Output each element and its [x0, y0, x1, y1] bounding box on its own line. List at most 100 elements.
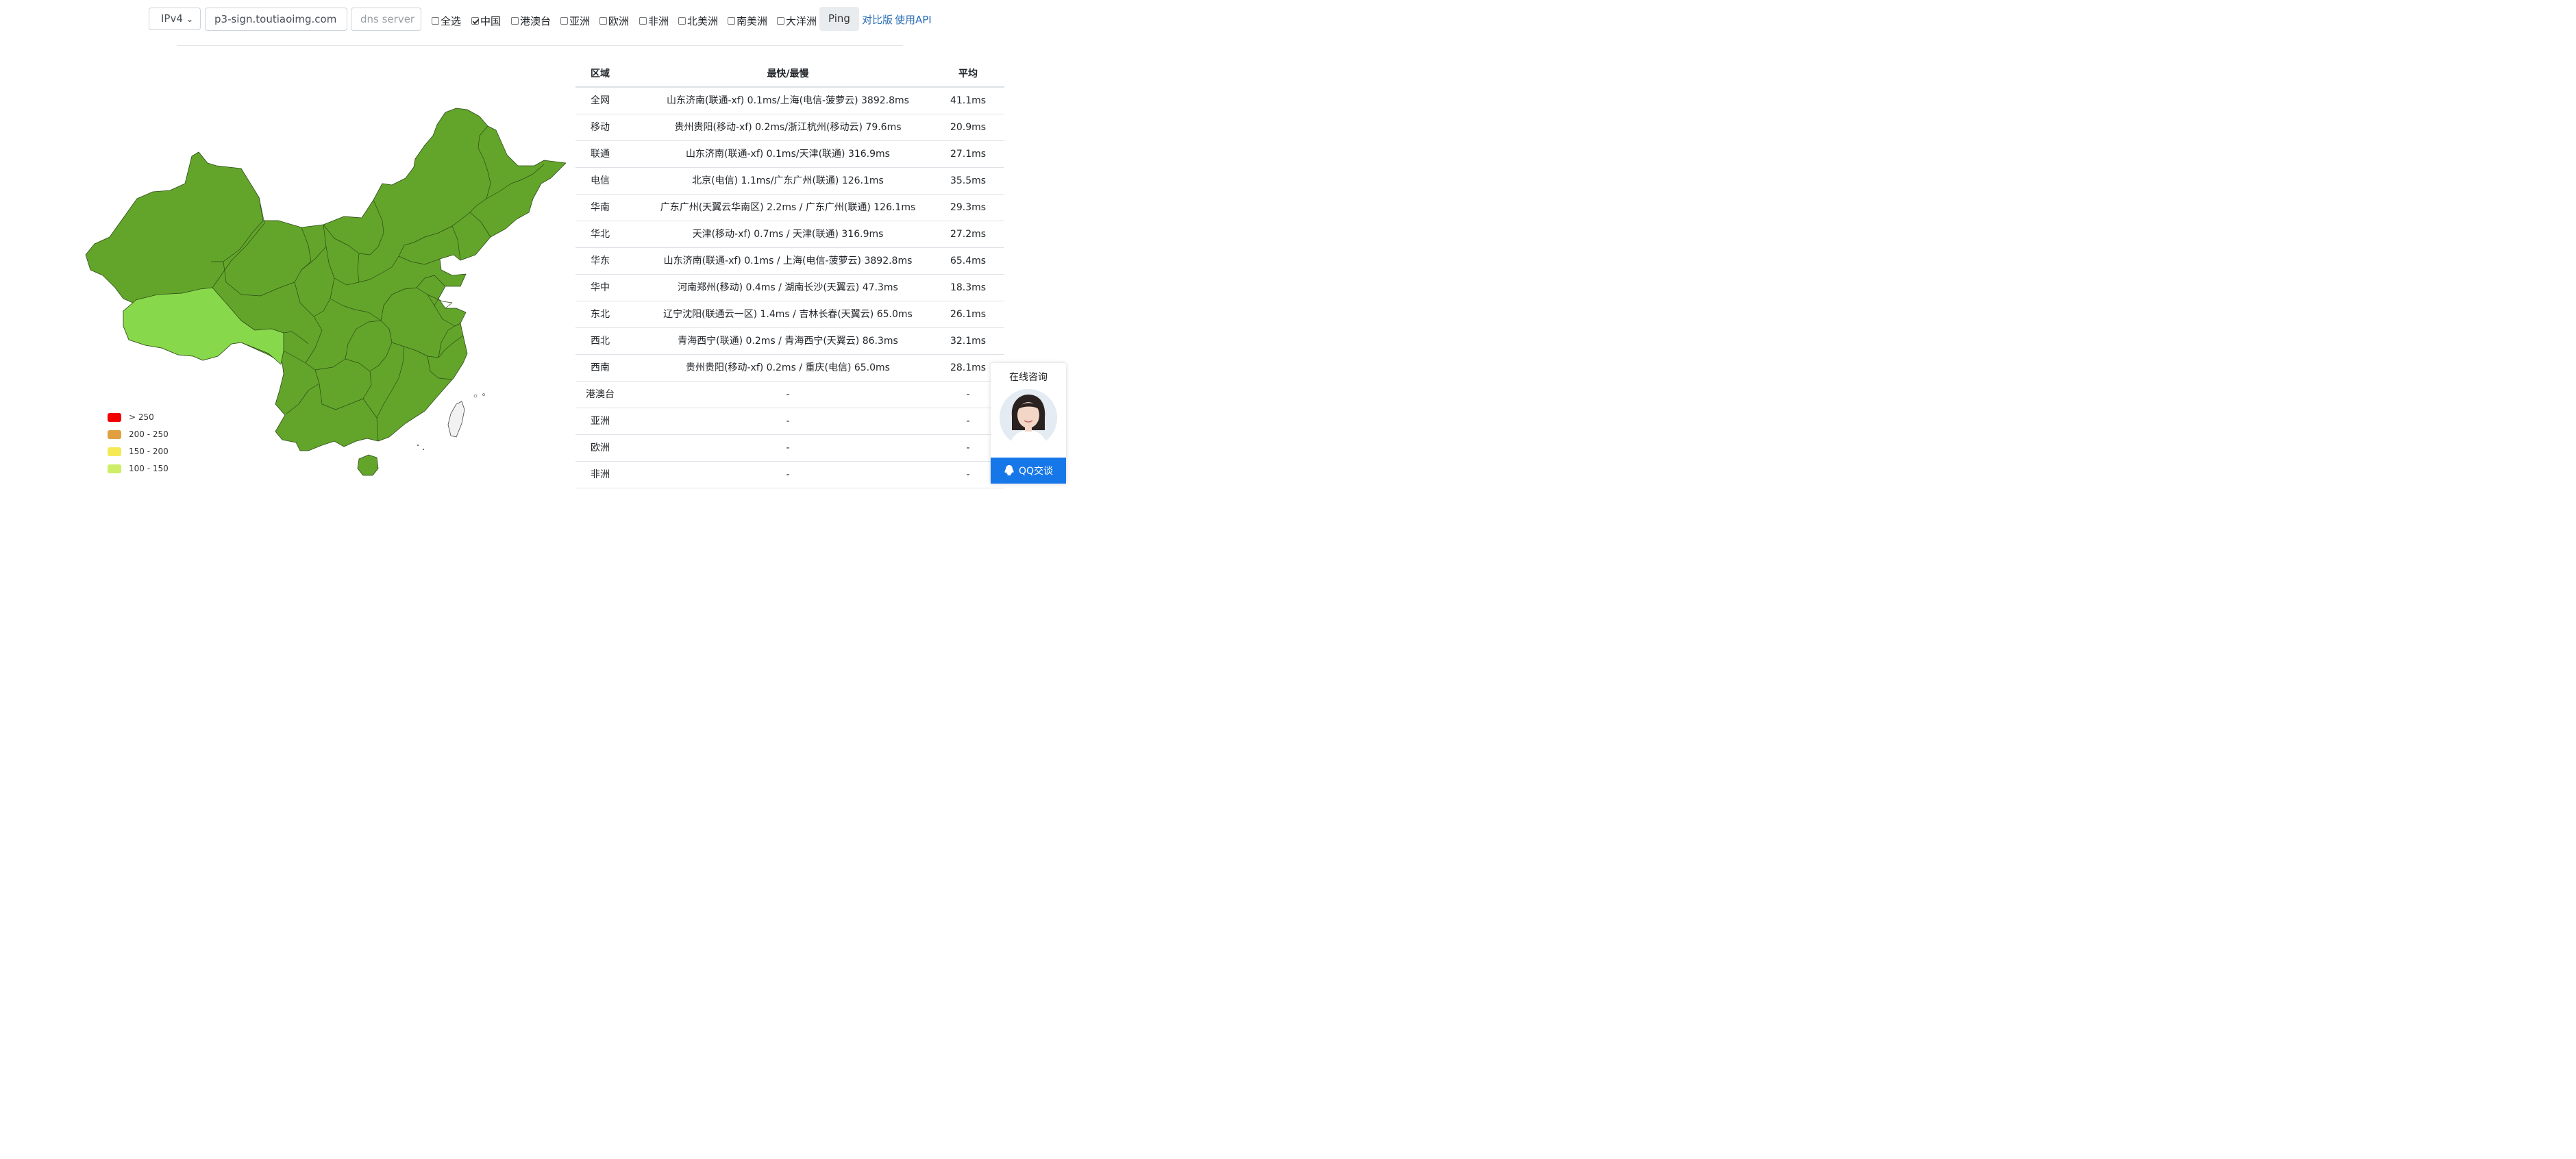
- legend-swatch: [108, 429, 121, 439]
- island-dot: [417, 445, 419, 446]
- cell-avg: 29.3ms: [950, 202, 987, 213]
- dns-server-input[interactable]: dns server: [351, 8, 421, 31]
- cell-region: 亚洲: [591, 416, 610, 427]
- checkbox-select-all[interactable]: 全选: [432, 14, 461, 28]
- table-row: 西南 贵州贵阳(移动-xf) 0.2ms / 重庆(电信) 65.0ms 28.1m…: [575, 355, 1004, 382]
- legend-swatch: [108, 447, 121, 456]
- cell-avg: 20.9ms: [950, 122, 987, 133]
- cell-avg: 18.3ms: [950, 282, 987, 293]
- checkbox-label: 北美洲: [687, 15, 719, 27]
- checkbox-hk-mo-tw[interactable]: 港澳台: [511, 14, 551, 28]
- cell-fast-slow: 山东济南(联通-xf) 0.1ms/天津(联通) 316.9ms: [686, 149, 890, 160]
- table-row: 非洲 - -: [575, 462, 1004, 488]
- legend-item: 100 - 150: [108, 464, 169, 473]
- qq-penguin-icon: [1004, 465, 1014, 475]
- checkbox-label: 欧洲: [608, 15, 630, 27]
- cell-region: 非洲: [591, 469, 610, 480]
- hainan-region[interactable]: [357, 454, 379, 476]
- checkbox-box[interactable]: [678, 17, 686, 25]
- legend-label: 150 - 200: [129, 447, 169, 456]
- checkbox-europe[interactable]: 欧洲: [599, 14, 629, 28]
- compare-version-link[interactable]: 对比版: [862, 12, 893, 27]
- header-region: 区域: [591, 68, 610, 79]
- ip-version-select[interactable]: IPv4 ⌄: [149, 8, 201, 30]
- avatar-image: [1000, 389, 1057, 447]
- cell-avg: 27.1ms: [950, 149, 987, 160]
- cell-avg: 28.1ms: [950, 362, 987, 373]
- checkbox-south-america[interactable]: 南美洲: [728, 14, 767, 28]
- table-row: 欧洲 - -: [575, 435, 1004, 462]
- table-row: 华东 山东济南(联通-xf) 0.1ms / 上海(电信-菠萝云) 3892.8m…: [575, 248, 1004, 275]
- cell-region: 东北: [591, 309, 610, 320]
- checkbox-box[interactable]: [560, 17, 568, 25]
- divider: [177, 45, 903, 46]
- cell-fast-slow: 山东济南(联通-xf) 0.1ms/上海(电信-菠萝云) 3892.8ms: [667, 95, 909, 106]
- cell-region: 电信: [591, 175, 610, 186]
- cell-region: 华北: [591, 229, 610, 240]
- cell-avg: -: [966, 443, 970, 453]
- cell-fast-slow: 北京(电信) 1.1ms/广东广州(联通) 126.1ms: [692, 175, 884, 186]
- cell-region: 华中: [591, 282, 610, 293]
- cell-fast-slow: -: [786, 389, 790, 400]
- chat-title: 在线咨询: [1009, 372, 1048, 383]
- header-fast-slow: 最快/最慢: [767, 68, 809, 79]
- table-row: 华中 河南郑州(移动) 0.4ms / 湖南长沙(天翼云) 47.3ms 18.3m…: [575, 275, 1004, 301]
- checkbox-label: 大洋洲: [786, 15, 817, 27]
- island-dot: [423, 449, 424, 450]
- chevron-down-icon: ⌄: [186, 14, 193, 24]
- toolbar: IPv4 ⌄ p3-sign.toutiaoimg.com dns server…: [0, 0, 1074, 41]
- cell-fast-slow: 河南郑州(移动) 0.4ms / 湖南长沙(天翼云) 47.3ms: [678, 282, 898, 293]
- checkbox-box[interactable]: [599, 17, 607, 25]
- online-consult-widget: 在线咨询 QQ交谈: [991, 363, 1066, 484]
- cell-avg: 27.2ms: [950, 229, 987, 240]
- cell-fast-slow: 贵州贵阳(移动-xf) 0.2ms / 重庆(电信) 65.0ms: [686, 362, 890, 373]
- checkbox-label: 非洲: [648, 15, 669, 27]
- table-row: 全网 山东济南(联通-xf) 0.1ms/上海(电信-菠萝云) 3892.8ms 4…: [575, 88, 1004, 114]
- cell-avg: 32.1ms: [950, 336, 987, 347]
- table-row: 西北 青海西宁(联通) 0.2ms / 青海西宁(天翼云) 86.3ms 32.1m…: [575, 328, 1004, 355]
- ip-version-value: IPv4: [161, 12, 183, 25]
- taiwan-region[interactable]: [447, 401, 465, 438]
- cell-region: 西北: [591, 336, 610, 347]
- table-row: 华北 天津(移动-xf) 0.7ms / 天津(联通) 316.9ms 27.2ms: [575, 221, 1004, 248]
- checkbox-box[interactable]: [471, 17, 479, 25]
- china-mainland-region[interactable]: [85, 108, 567, 451]
- checkbox-north-america[interactable]: 北美洲: [678, 14, 718, 28]
- table-row: 联通 山东济南(联通-xf) 0.1ms/天津(联通) 316.9ms 27.1ms: [575, 141, 1004, 168]
- checkbox-asia[interactable]: 亚洲: [560, 14, 590, 28]
- checkbox-label: 中国: [480, 15, 501, 27]
- avatar[interactable]: [1000, 389, 1057, 447]
- qq-chat-button[interactable]: QQ交谈: [991, 458, 1066, 484]
- cell-region: 欧洲: [591, 443, 610, 453]
- checkbox-label: 全选: [441, 15, 462, 27]
- cell-avg: 41.1ms: [950, 95, 987, 106]
- cell-region: 华东: [591, 256, 610, 266]
- checkbox-africa[interactable]: 非洲: [639, 14, 669, 28]
- cell-avg: 35.5ms: [950, 175, 987, 186]
- checkbox-china[interactable]: 中国: [471, 14, 501, 28]
- domain-input[interactable]: p3-sign.toutiaoimg.com: [205, 8, 347, 31]
- ping-button[interactable]: Ping: [819, 7, 859, 31]
- checkbox-box[interactable]: [728, 17, 735, 25]
- cell-avg: 26.1ms: [950, 309, 987, 320]
- table-row: 移动 贵州贵阳(移动-xf) 0.2ms/浙江杭州(移动云) 79.6ms 20.9…: [575, 114, 1004, 141]
- checkbox-box[interactable]: [777, 17, 784, 25]
- checkbox-box[interactable]: [432, 17, 439, 25]
- cell-fast-slow: -: [786, 416, 790, 427]
- checkbox-box[interactable]: [639, 17, 647, 25]
- cell-region: 西南: [591, 362, 610, 373]
- api-link[interactable]: 使用API: [895, 12, 932, 27]
- legend-swatch: [108, 464, 121, 473]
- legend-label: 200 - 250: [129, 429, 169, 439]
- cell-fast-slow: 天津(移动-xf) 0.7ms / 天津(联通) 316.9ms: [692, 229, 884, 240]
- checkbox-box[interactable]: [511, 17, 519, 25]
- cell-avg: -: [966, 389, 970, 400]
- cell-avg: -: [966, 469, 970, 480]
- cell-fast-slow: 辽宁沈阳(联通云一区) 1.4ms / 吉林长春(天翼云) 65.0ms: [663, 309, 913, 320]
- island-dot: [473, 394, 478, 398]
- legend-item: 150 - 200: [108, 447, 169, 456]
- checkbox-label: 亚洲: [569, 15, 591, 27]
- legend-label: 100 - 150: [129, 464, 169, 473]
- checkbox-oceania[interactable]: 大洋洲: [777, 14, 817, 28]
- cell-fast-slow: -: [786, 443, 790, 453]
